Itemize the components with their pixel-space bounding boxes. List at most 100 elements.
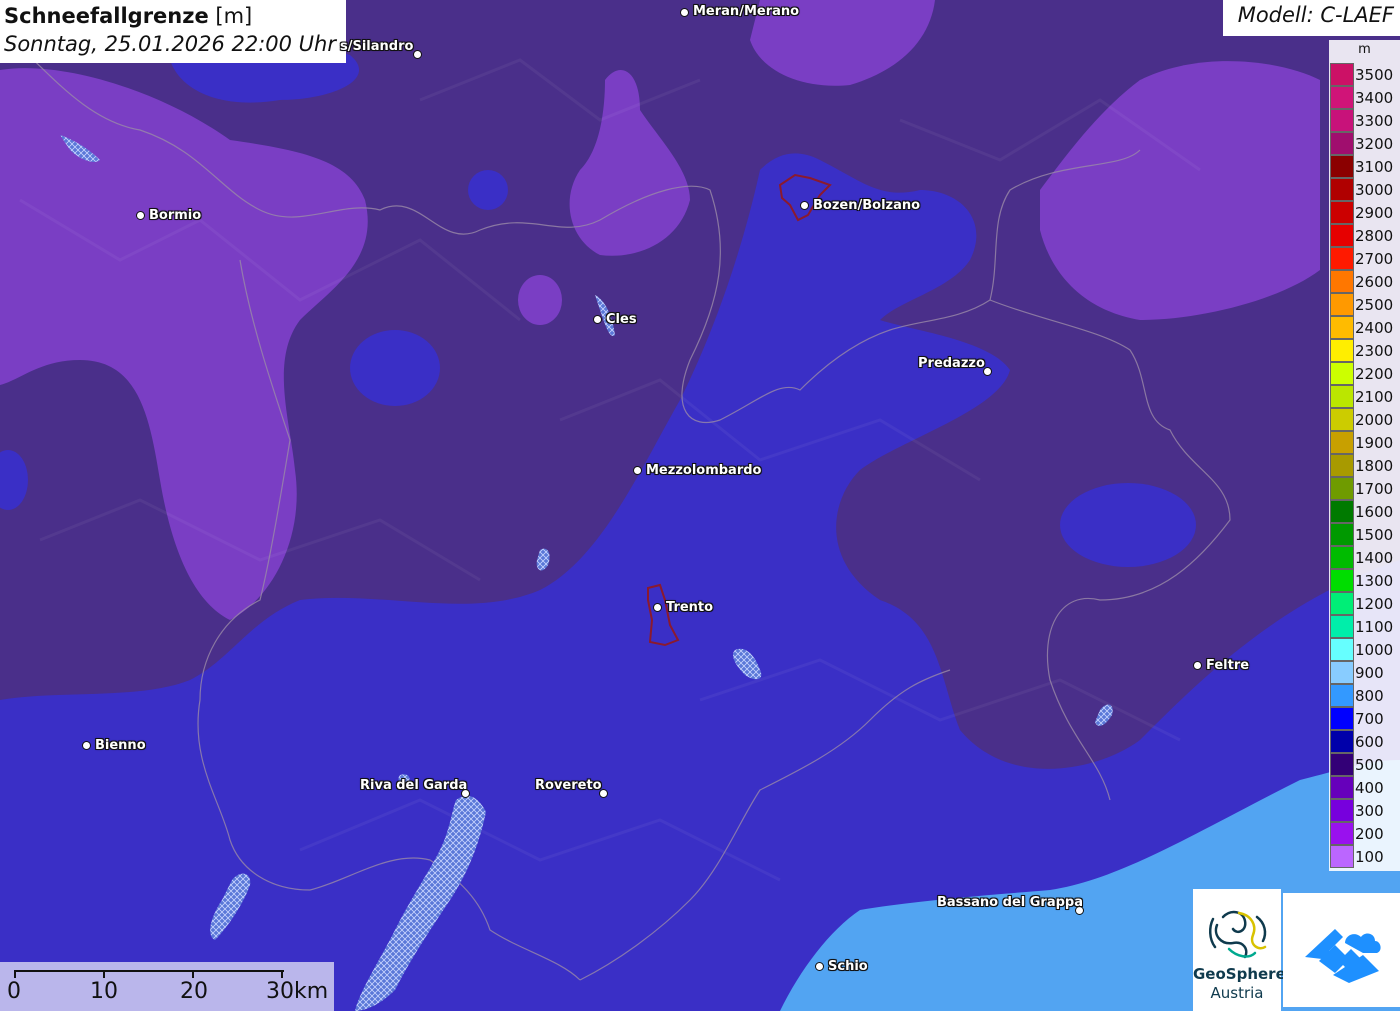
legend-item: 600 bbox=[1329, 730, 1400, 753]
legend-swatch bbox=[1330, 707, 1354, 730]
legend-swatch bbox=[1330, 109, 1354, 132]
city-dot bbox=[1193, 661, 1202, 670]
legend-swatch bbox=[1330, 730, 1354, 753]
legend-label: 800 bbox=[1355, 687, 1384, 705]
legend-swatch bbox=[1330, 408, 1354, 431]
legend-swatch bbox=[1330, 523, 1354, 546]
map-datetime: Sonntag, 25.01.2026 22:00 Uhr bbox=[4, 32, 337, 56]
scale-bar: 0 10 20 30km bbox=[0, 962, 334, 1011]
legend-item: 300 bbox=[1329, 799, 1400, 822]
legend-swatch bbox=[1330, 155, 1354, 178]
scale-label: 10 bbox=[90, 979, 118, 1004]
legend-label: 2800 bbox=[1355, 227, 1394, 245]
city-label: Riva del Garda bbox=[360, 778, 468, 793]
legend-swatch bbox=[1330, 339, 1354, 362]
city-label: Cles bbox=[606, 312, 637, 327]
city-label: Bormio bbox=[149, 208, 202, 223]
legend-item: 100 bbox=[1329, 845, 1400, 868]
legend-item: 2800 bbox=[1329, 224, 1400, 247]
legend-item: 3500 bbox=[1329, 63, 1400, 86]
legend-label: 2600 bbox=[1355, 273, 1394, 291]
legend-item: 400 bbox=[1329, 776, 1400, 799]
app-logo[interactable] bbox=[1283, 893, 1400, 1007]
legend-item: 800 bbox=[1329, 684, 1400, 707]
legend-item: 2500 bbox=[1329, 293, 1400, 316]
legend-label: 2000 bbox=[1355, 411, 1394, 429]
city-label: Feltre bbox=[1206, 658, 1250, 673]
scale-tick bbox=[14, 970, 16, 978]
legend-swatch bbox=[1330, 753, 1354, 776]
legend-item: 3100 bbox=[1329, 155, 1400, 178]
legend-item: 1300 bbox=[1329, 569, 1400, 592]
city-label: Bassano del Grappa bbox=[937, 895, 1083, 910]
legend-item: 2100 bbox=[1329, 385, 1400, 408]
legend-label: 900 bbox=[1355, 664, 1384, 682]
legend-label: 1600 bbox=[1355, 503, 1394, 521]
legend-swatch bbox=[1330, 546, 1354, 569]
model-label-box: Modell: C-LAEF bbox=[1223, 0, 1400, 36]
legend-swatch bbox=[1330, 822, 1354, 845]
legend-swatch bbox=[1330, 362, 1354, 385]
scale-label: 30km bbox=[266, 979, 329, 1004]
city-label: Meran/Merano bbox=[693, 4, 800, 19]
legend-item: 1200 bbox=[1329, 592, 1400, 615]
legend-label: 200 bbox=[1355, 825, 1384, 843]
geosphere-logo-subname: Austria bbox=[1210, 984, 1264, 1002]
snowfall-line-map[interactable] bbox=[0, 0, 1400, 1011]
city-label: Schio bbox=[828, 959, 868, 974]
legend-label: 2400 bbox=[1355, 319, 1394, 337]
city-label: s/Silandro bbox=[340, 39, 414, 54]
legend-item: 2400 bbox=[1329, 316, 1400, 339]
legend-item: 1900 bbox=[1329, 431, 1400, 454]
legend-item: 200 bbox=[1329, 822, 1400, 845]
legend-swatch bbox=[1330, 132, 1354, 155]
city-dot bbox=[800, 201, 809, 210]
legend-swatch bbox=[1330, 454, 1354, 477]
legend-swatch bbox=[1330, 638, 1354, 661]
geosphere-logo[interactable]: GeoSphere Austria bbox=[1193, 889, 1286, 1011]
legend-swatch bbox=[1330, 615, 1354, 638]
legend-swatch bbox=[1330, 799, 1354, 822]
scale-tick bbox=[103, 970, 105, 978]
legend-swatch bbox=[1330, 201, 1354, 224]
legend-swatch bbox=[1330, 661, 1354, 684]
legend-label: 3100 bbox=[1355, 158, 1394, 176]
geosphere-mark-icon bbox=[1209, 910, 1267, 959]
legend-label: 500 bbox=[1355, 756, 1384, 774]
legend-label: 2100 bbox=[1355, 388, 1394, 406]
model-label: Modell: C-LAEF bbox=[1237, 3, 1394, 27]
legend-item: 900 bbox=[1329, 661, 1400, 684]
legend-label: 1000 bbox=[1355, 641, 1394, 659]
legend-label: 3200 bbox=[1355, 135, 1394, 153]
scale-tick bbox=[192, 970, 194, 978]
legend-label: 1400 bbox=[1355, 549, 1394, 567]
legend-label: 1500 bbox=[1355, 526, 1394, 544]
legend-label: 100 bbox=[1355, 848, 1384, 866]
map-title-box: Schneefallgrenze [m] Sonntag, 25.01.2026… bbox=[0, 0, 346, 63]
city-label: Bienno bbox=[95, 738, 146, 753]
legend-item: 2700 bbox=[1329, 247, 1400, 270]
legend-label: 2500 bbox=[1355, 296, 1394, 314]
legend-label: 1900 bbox=[1355, 434, 1394, 452]
legend-label: 600 bbox=[1355, 733, 1384, 751]
legend-label: 400 bbox=[1355, 779, 1384, 797]
legend-item: 3200 bbox=[1329, 132, 1400, 155]
legend-item: 1700 bbox=[1329, 477, 1400, 500]
legend-swatch bbox=[1330, 293, 1354, 316]
legend-label: 1300 bbox=[1355, 572, 1394, 590]
legend-swatch bbox=[1330, 592, 1354, 615]
app-mountain-cloud-icon bbox=[1305, 929, 1381, 983]
legend-item: 1100 bbox=[1329, 615, 1400, 638]
map-title: Schneefallgrenze [m] bbox=[4, 4, 253, 28]
legend-item: 1000 bbox=[1329, 638, 1400, 661]
scale-label: 0 bbox=[7, 979, 21, 1004]
legend-item: 3300 bbox=[1329, 109, 1400, 132]
legend-swatch bbox=[1330, 270, 1354, 293]
legend-label: 3500 bbox=[1355, 66, 1394, 84]
legend-item: 2900 bbox=[1329, 201, 1400, 224]
color-legend: m 3500 3400 3300 3200 3100 3000 2900 2800 2700 26… bbox=[1329, 40, 1400, 871]
city-label: Rovereto bbox=[535, 778, 602, 793]
legend-item: 3400 bbox=[1329, 86, 1400, 109]
legend-label: 2900 bbox=[1355, 204, 1394, 222]
geosphere-logo-name: GeoSphere bbox=[1193, 965, 1286, 983]
